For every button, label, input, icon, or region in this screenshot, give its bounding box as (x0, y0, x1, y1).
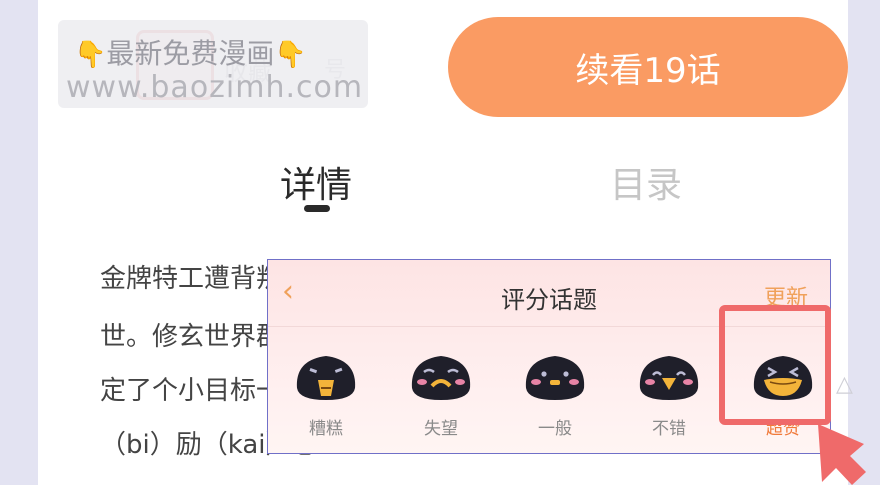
penguin-disappointed-icon (411, 356, 471, 400)
penguin-good-icon (639, 356, 699, 400)
description-line: 定了个小目标一 (100, 376, 283, 406)
watermark-url: www.baozimh.com (66, 70, 364, 105)
rating-label: 糟糕 (309, 419, 343, 439)
tab-catalog[interactable]: 目录 (610, 156, 682, 208)
rating-label: 一般 (538, 419, 572, 439)
selection-highlight (719, 305, 831, 425)
rating-label: 不错 (652, 419, 686, 439)
watermark-title: 👇最新免费漫画👇 (74, 32, 307, 72)
active-tab-indicator (304, 205, 330, 212)
watermark-text: 最新免费漫画 (106, 37, 275, 70)
rating-option-terrible[interactable]: 糟糕 (286, 350, 366, 439)
penguin-terrible-icon (296, 356, 356, 400)
pointing-finger-icon: 👇 (74, 40, 107, 70)
faint-edge-text: △ (836, 372, 853, 397)
rating-label: 失望 (424, 419, 458, 439)
tab-details[interactable]: 详情 (280, 156, 352, 208)
rating-option-disappointed[interactable]: 失望 (401, 350, 481, 439)
pointer-arrow-icon (818, 424, 866, 485)
continue-reading-button[interactable]: 续看19话 (448, 17, 848, 117)
penguin-average-icon (525, 356, 585, 400)
description-line: 金牌特工遭背叛 (100, 264, 283, 294)
rating-option-average[interactable]: 一般 (515, 350, 595, 439)
rating-option-good[interactable]: 不错 (629, 350, 709, 439)
description-line: 世。修玄世界群 (100, 322, 283, 352)
pointing-finger-icon: 👇 (274, 40, 307, 70)
watermark-banner: 👇最新免费漫画👇 www.baozimh.com (58, 20, 368, 108)
